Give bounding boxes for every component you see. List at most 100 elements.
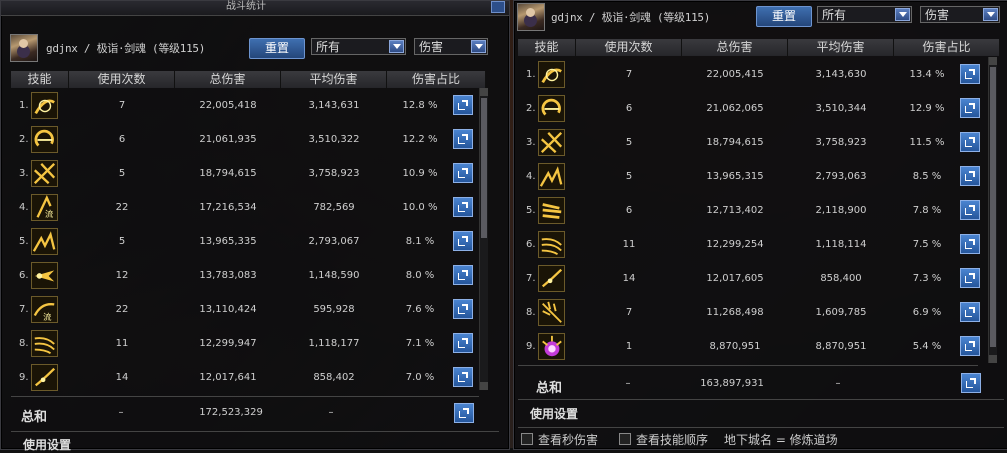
table-row[interactable]: 9. 1 8,870,951 8,870,951 5.4 % bbox=[518, 329, 984, 363]
scroll-down-icon[interactable] bbox=[989, 355, 997, 363]
skill-order-checkbox-label[interactable]: 查看技能顺序 bbox=[636, 431, 708, 448]
chevron-down-icon[interactable] bbox=[471, 40, 486, 53]
share-icon[interactable] bbox=[453, 129, 473, 149]
skill-order-checkbox[interactable] bbox=[619, 433, 631, 445]
uses-count: 5 bbox=[118, 235, 126, 247]
damage-pct: 8.0 % bbox=[405, 269, 435, 281]
scroll-up-icon[interactable] bbox=[480, 88, 488, 96]
header-damage-pct[interactable]: 伤害占比 bbox=[894, 39, 1000, 56]
table-row[interactable]: 7. 流 22 13,110,424 595,928 7.6 % bbox=[11, 292, 477, 326]
row-index: 1. bbox=[526, 68, 536, 80]
character-title: gdjnx / 极诣·剑魂 (等级115) bbox=[46, 42, 206, 55]
panel-header: gdjnx / 极诣·剑魂 (等级115) 重置 所有 伤害 bbox=[514, 1, 1007, 31]
header-skill[interactable]: 技能 bbox=[518, 39, 576, 56]
share-icon[interactable] bbox=[453, 231, 473, 251]
header-avg-damage[interactable]: 平均伤害 bbox=[788, 39, 894, 56]
table-row[interactable]: 2. 6 21,062,065 3,510,344 12.9 % bbox=[518, 91, 984, 125]
share-icon[interactable] bbox=[453, 333, 473, 353]
share-icon[interactable] bbox=[960, 166, 980, 186]
dps-checkbox-label[interactable]: 查看秒伤害 bbox=[538, 431, 598, 448]
header-uses[interactable]: 使用次数 bbox=[576, 39, 682, 56]
table-row[interactable]: 3. 5 18,794,615 3,758,923 10.9 % bbox=[11, 156, 477, 190]
share-icon[interactable] bbox=[960, 302, 980, 322]
share-icon[interactable] bbox=[960, 336, 980, 356]
table-row[interactable]: 1. 7 22,005,415 3,143,630 13.4 % bbox=[518, 57, 984, 91]
share-icon[interactable] bbox=[453, 95, 473, 115]
usage-settings-button[interactable]: 使用设置 bbox=[530, 405, 578, 422]
scroll-up-icon[interactable] bbox=[989, 57, 997, 65]
share-icon[interactable] bbox=[960, 200, 980, 220]
chevron-down-icon[interactable] bbox=[389, 40, 404, 53]
share-icon[interactable] bbox=[960, 64, 980, 84]
close-icon[interactable] bbox=[491, 1, 505, 13]
total-damage: 22,005,418 bbox=[199, 99, 257, 111]
table-row[interactable]: 9. 14 12,017,641 858,402 7.0 % bbox=[11, 360, 477, 394]
window-titlebar[interactable]: 战斗统计 bbox=[1, 1, 509, 16]
damage-pct: 13.4 % bbox=[909, 68, 945, 80]
avatar bbox=[517, 3, 545, 31]
dps-checkbox[interactable] bbox=[521, 433, 533, 445]
header-damage-pct[interactable]: 伤害占比 bbox=[387, 71, 486, 88]
header-uses[interactable]: 使用次数 bbox=[69, 71, 175, 88]
share-icon[interactable] bbox=[960, 234, 980, 254]
chevron-down-icon[interactable] bbox=[895, 8, 910, 21]
divider bbox=[518, 427, 1004, 428]
share-icon[interactable] bbox=[453, 265, 473, 285]
avg-damage: 595,928 bbox=[313, 303, 355, 315]
table-row[interactable]: 5. 5 13,965,335 2,793,067 8.1 % bbox=[11, 224, 477, 258]
table-row[interactable]: 6. 11 12,299,254 1,118,114 7.5 % bbox=[518, 227, 984, 261]
reset-button[interactable]: 重置 bbox=[756, 6, 812, 27]
filter-target-select[interactable]: 所有 bbox=[817, 6, 912, 23]
share-icon[interactable] bbox=[453, 197, 473, 217]
table-row[interactable]: 1. 7 22,005,418 3,143,631 12.8 % bbox=[11, 88, 477, 122]
share-icon[interactable] bbox=[453, 367, 473, 387]
total-damage: 13,783,083 bbox=[199, 269, 257, 281]
usage-settings-button[interactable]: 使用设置 bbox=[23, 436, 71, 453]
table-row[interactable]: 3. 5 18,794,615 3,758,923 11.5 % bbox=[518, 125, 984, 159]
header-total-damage[interactable]: 总伤害 bbox=[682, 39, 788, 56]
row-index: 3. bbox=[526, 136, 536, 148]
share-icon[interactable] bbox=[453, 299, 473, 319]
window-title: 战斗统计 bbox=[226, 1, 266, 12]
filter-target-select[interactable]: 所有 bbox=[311, 38, 406, 55]
chevron-down-icon[interactable] bbox=[983, 8, 998, 21]
table-row[interactable]: 5. 6 12,713,402 2,118,900 7.8 % bbox=[518, 193, 984, 227]
share-icon[interactable] bbox=[453, 163, 473, 183]
filter-metric-select[interactable]: 伤害 bbox=[920, 6, 1000, 23]
header-avg-damage[interactable]: 平均伤害 bbox=[281, 71, 387, 88]
filter-metric-select[interactable]: 伤害 bbox=[414, 38, 488, 55]
share-icon[interactable] bbox=[960, 132, 980, 152]
scroll-thumb[interactable] bbox=[990, 67, 996, 347]
table-row[interactable]: 8. 7 11,268,498 1,609,785 6.9 % bbox=[518, 295, 984, 329]
table-row[interactable]: 4. 5 13,965,315 2,793,063 8.5 % bbox=[518, 159, 984, 193]
reset-button[interactable]: 重置 bbox=[249, 38, 305, 59]
scroll-thumb[interactable] bbox=[481, 98, 487, 238]
scrollbar[interactable] bbox=[988, 57, 997, 363]
table-row[interactable]: 6. 12 13,783,083 1,148,590 8.0 % bbox=[11, 258, 477, 292]
divider bbox=[11, 396, 479, 397]
share-icon[interactable] bbox=[961, 373, 981, 393]
table-row[interactable]: 2. 6 21,061,935 3,510,322 12.2 % bbox=[11, 122, 477, 156]
header-total-damage[interactable]: 总伤害 bbox=[175, 71, 281, 88]
row-index: 2. bbox=[19, 133, 29, 145]
avg-damage: 2,118,900 bbox=[815, 204, 867, 216]
uses-count: 5 bbox=[118, 167, 126, 179]
sum-avg-damage: – bbox=[835, 378, 841, 389]
table-row[interactable]: 8. 11 12,299,947 1,118,177 7.1 % bbox=[11, 326, 477, 360]
uses-count: 14 bbox=[115, 371, 129, 383]
share-icon[interactable] bbox=[960, 98, 980, 118]
cross-slash-skill-icon bbox=[31, 160, 58, 187]
sword-slash-skill-icon bbox=[31, 92, 58, 119]
burst-strike-skill-icon bbox=[538, 163, 565, 190]
thrust-skill-icon bbox=[31, 364, 58, 391]
header-skill[interactable]: 技能 bbox=[11, 71, 69, 88]
total-damage: 8,870,951 bbox=[709, 340, 761, 352]
table-row[interactable]: 7. 14 12,017,605 858,400 7.3 % bbox=[518, 261, 984, 295]
share-icon[interactable] bbox=[960, 268, 980, 288]
scrollbar[interactable] bbox=[479, 88, 488, 390]
uses-count: 6 bbox=[625, 204, 633, 216]
scroll-down-icon[interactable] bbox=[480, 382, 488, 390]
table-row[interactable]: 4. 流 22 17,216,534 782,569 10.0 % bbox=[11, 190, 477, 224]
share-icon[interactable] bbox=[454, 403, 474, 423]
avg-damage: 3,143,630 bbox=[815, 68, 867, 80]
